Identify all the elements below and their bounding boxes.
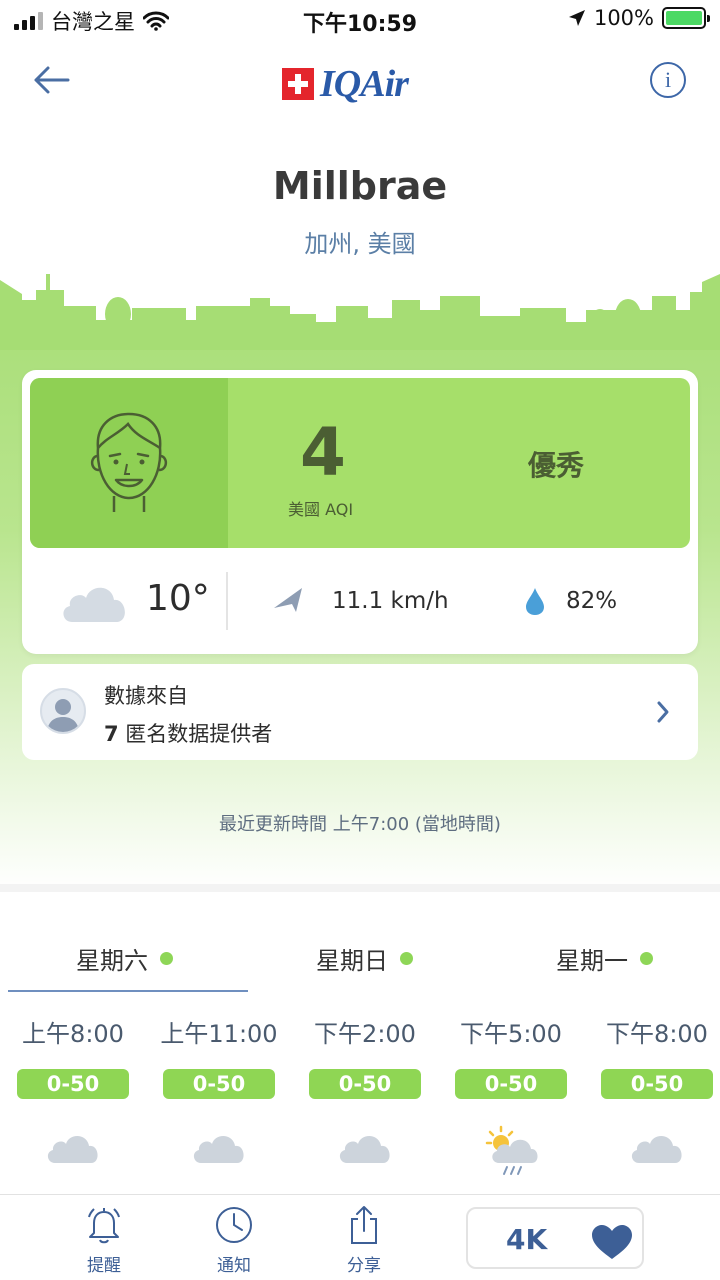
hour-time: 下午2:00: [314, 1020, 416, 1048]
aqi-status: 優秀: [528, 449, 585, 482]
humidity-drop-icon: [526, 588, 544, 615]
aqi-range-pill: 0-50: [163, 1069, 275, 1099]
data-source-card[interactable]: 數據來自 7 匿名数据提供者: [22, 664, 698, 760]
aqi-label: 美國 AQI: [288, 500, 354, 519]
heart-icon: [592, 1225, 632, 1259]
face-box: [30, 378, 228, 548]
tab-saturday[interactable]: 星期六: [76, 938, 173, 978]
source-count: 7 匿名数据提供者: [104, 718, 272, 748]
cloud-icon: [193, 1135, 244, 1163]
nav-label: 通知: [217, 1256, 251, 1276]
share-icon: [351, 1206, 377, 1244]
favorite-button[interactable]: 4K: [466, 1207, 644, 1269]
sun-rain-icon: [485, 1125, 538, 1175]
nav-share[interactable]: 分享: [324, 1205, 404, 1276]
aqi-panel: 4 美國 AQI 優秀: [30, 378, 690, 548]
hourly-item: 上午8:00 0-50: [0, 1014, 146, 1183]
aqi-range-pill: 0-50: [601, 1069, 713, 1099]
tab-indicator: [8, 990, 248, 992]
wind-direction-icon: [274, 588, 302, 612]
iqair-logo: IQAir: [282, 62, 409, 106]
bottom-nav: 提醒 通知 分享 4K: [0, 1194, 720, 1280]
city-region: 加州, 美國: [304, 230, 416, 258]
status-dot: [160, 951, 173, 965]
aqi-range-pill: 0-50: [309, 1069, 421, 1099]
nav-label: 提醒: [87, 1256, 121, 1276]
swiss-cross-icon: [282, 68, 314, 100]
tab-label: 星期六: [76, 946, 148, 975]
bell-icon: [88, 1208, 120, 1244]
cloud-icon: [631, 1135, 682, 1163]
aqi-card: 4 美國 AQI 優秀 10° 11.1 km/h 82%: [22, 370, 698, 654]
header: IQAir i: [0, 44, 720, 116]
status-dot: [400, 951, 413, 965]
hour-time: 下午5:00: [460, 1020, 562, 1048]
weather-divider: [226, 572, 228, 630]
cloud-icon: [47, 1135, 98, 1163]
battery-icon: [662, 7, 710, 29]
hour-time: 下午8:00: [606, 1020, 708, 1048]
happy-face-icon: [90, 412, 168, 512]
info-icon[interactable]: i: [650, 62, 686, 98]
tab-label: 星期日: [316, 946, 388, 975]
humidity: 82%: [566, 588, 618, 614]
section-divider: [0, 884, 720, 892]
temperature: 10°: [146, 578, 210, 619]
aqi-value: 4: [300, 414, 346, 491]
city-name: Millbrae: [272, 164, 448, 208]
status-dot: [640, 951, 653, 965]
hour-time: 上午8:00: [22, 1020, 124, 1048]
avatar: [40, 688, 86, 734]
nav-notifications[interactable]: 通知: [194, 1205, 274, 1276]
hourly-item: 下午8:00 0-50: [584, 1014, 720, 1183]
hourly-item: 上午11:00 0-50: [146, 1014, 292, 1183]
tab-sunday[interactable]: 星期日: [316, 938, 413, 978]
back-arrow-icon[interactable]: [28, 60, 76, 100]
nav-alerts[interactable]: 提醒: [64, 1205, 144, 1276]
hourly-item: 下午5:00 0-50: [438, 1014, 584, 1183]
cloud-icon: [339, 1135, 390, 1163]
cloud-icon: [63, 587, 125, 622]
weather-row: 10° 11.1 km/h 82%: [22, 560, 698, 646]
last-updated: 最近更新時間 上午7:00 (當地時間): [219, 814, 501, 835]
chevron-right-icon: [657, 701, 669, 723]
aqi-range-pill: 0-50: [17, 1069, 129, 1099]
status-right: 100%: [568, 6, 710, 30]
favorites-count: 4K: [506, 1223, 548, 1256]
provider-text: 匿名数据提供者: [118, 722, 273, 746]
tab-monday[interactable]: 星期一: [556, 938, 653, 978]
tab-label: 星期一: [556, 946, 628, 975]
contributor-count: 7: [104, 722, 119, 746]
user-icon: [47, 699, 79, 732]
location-arrow-icon: [568, 10, 585, 26]
hourly-item: 下午2:00 0-50: [292, 1014, 438, 1183]
wind-speed: 11.1 km/h: [332, 588, 449, 614]
clock-icon: [216, 1207, 252, 1243]
status-bar: 台灣之星 下午10:59 100%: [0, 0, 720, 40]
nav-label: 分享: [347, 1256, 381, 1276]
battery-percent: 100%: [593, 6, 654, 30]
city-skyline: [0, 270, 720, 350]
source-title: 數據來自: [104, 684, 188, 708]
aqi-range-pill: 0-50: [455, 1069, 567, 1099]
hour-time: 上午11:00: [160, 1020, 278, 1048]
logo-text: IQAir: [320, 63, 409, 105]
air-quality-page: 台灣之星 下午10:59 100% IQAir i Millbrae 加州, 美…: [0, 0, 720, 1280]
